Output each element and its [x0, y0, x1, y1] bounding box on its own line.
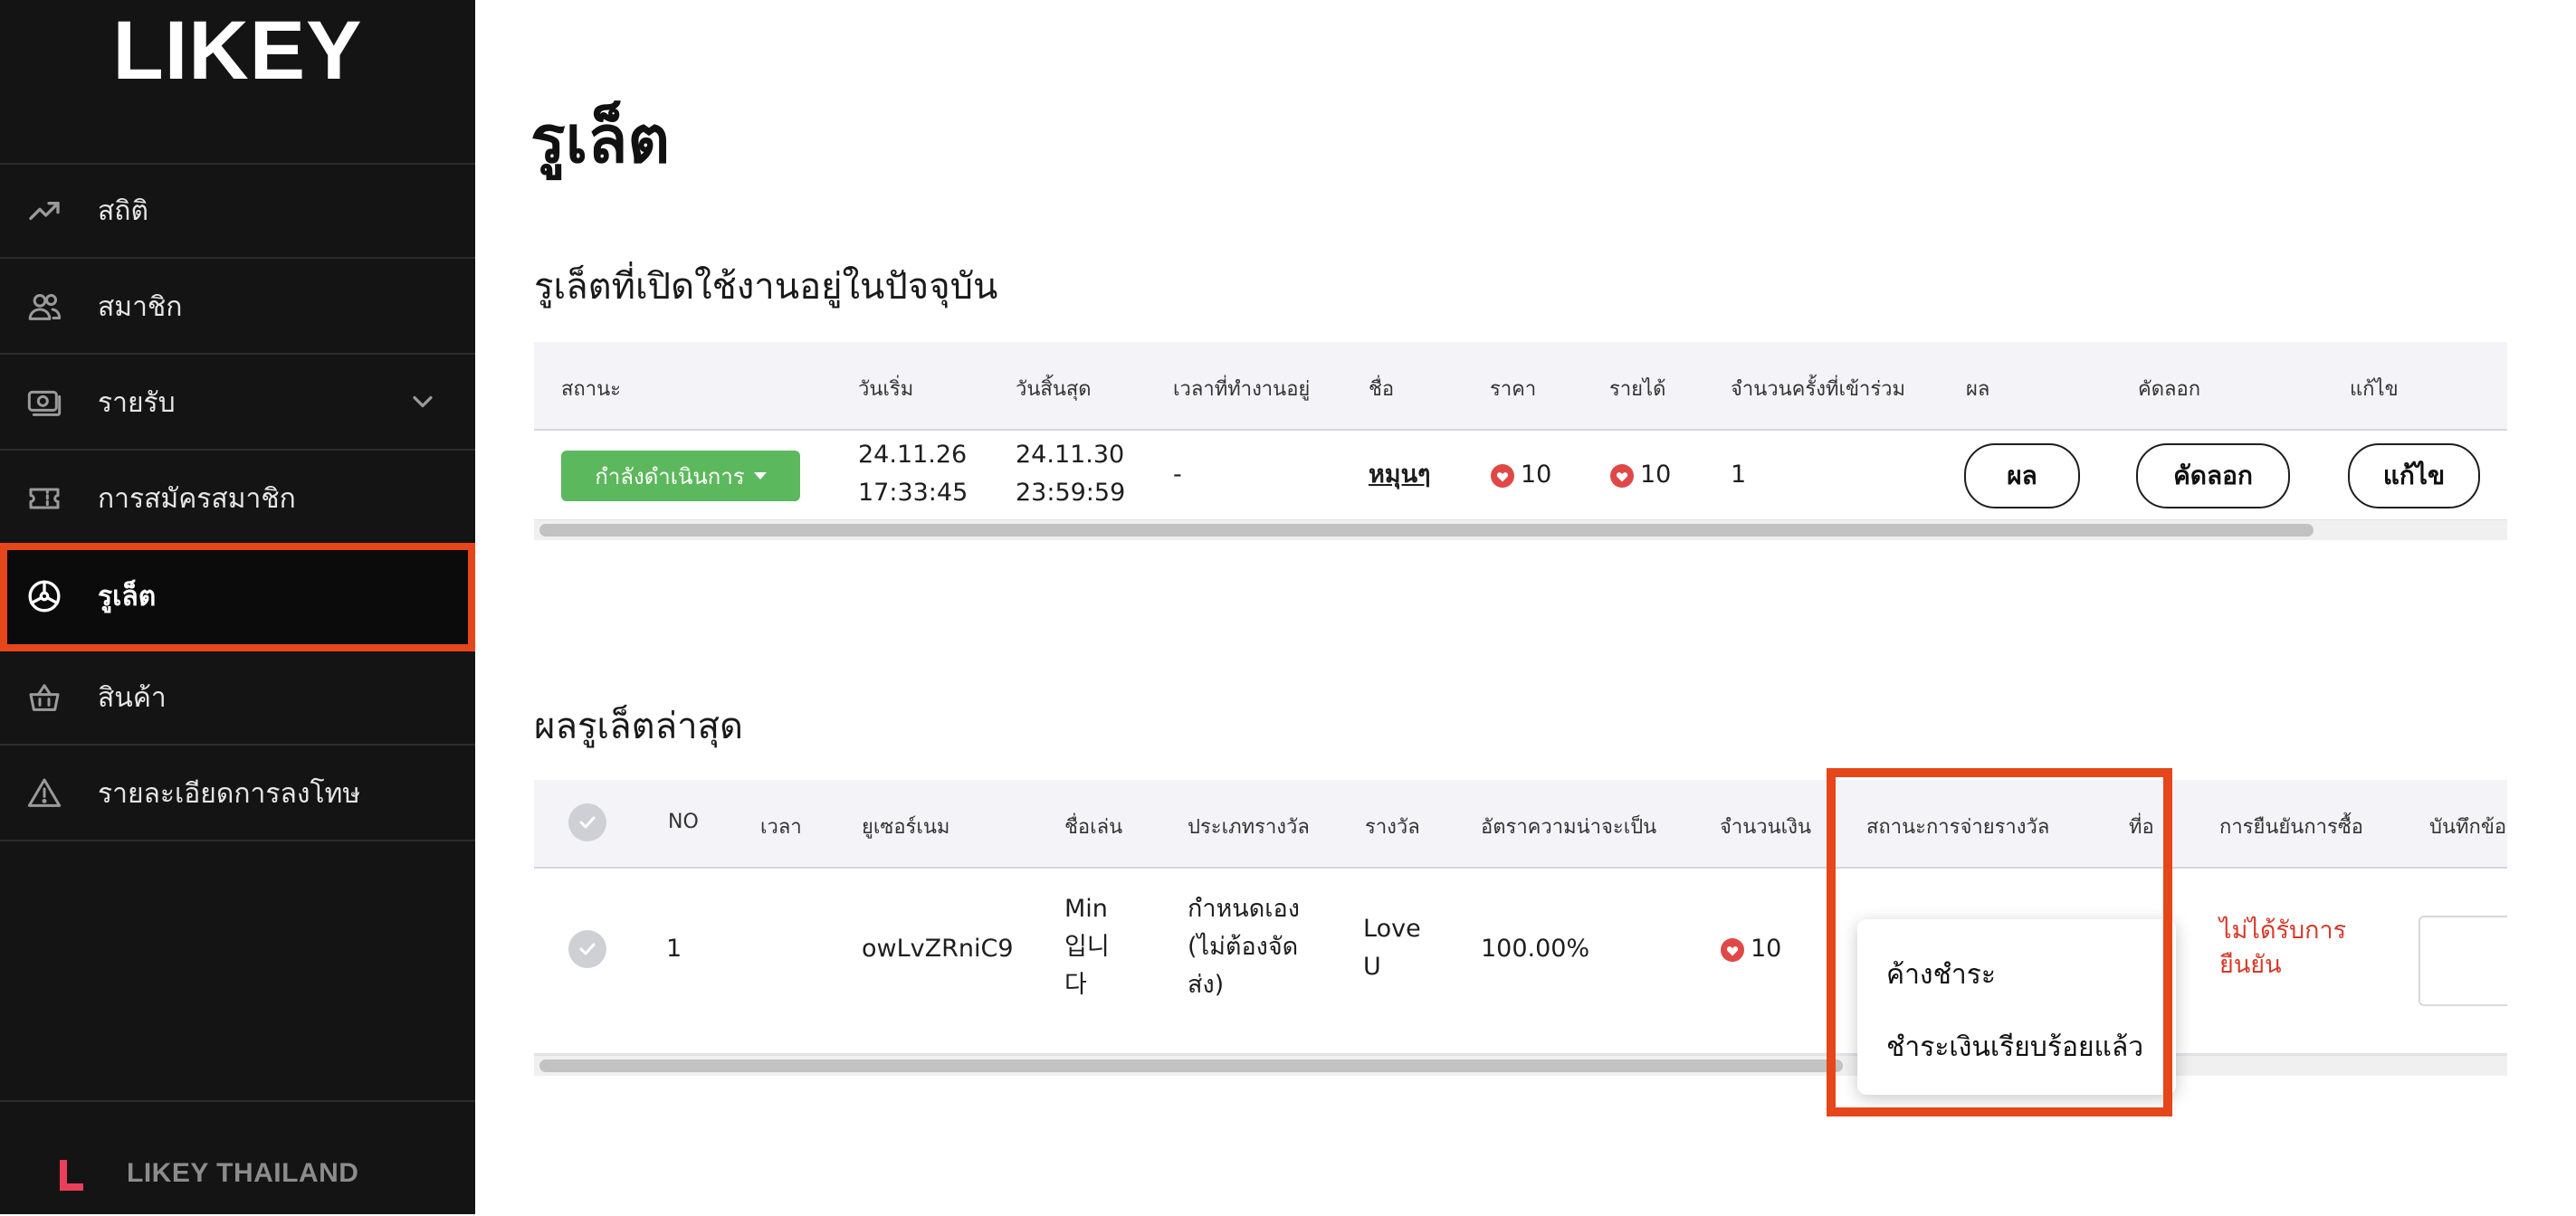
col-purchase-confirmation: การยืนยันการซื้อ	[2219, 816, 2363, 839]
active-roulette-table: สถานะ วันเริ่ม วันสิ้นสุด เวลาที่ทำงานอย…	[534, 342, 2507, 543]
row-no: 1	[666, 935, 682, 963]
row-prize: Love U	[1363, 915, 1421, 981]
highlight-box	[1827, 768, 2172, 1116]
sidebar-item-label: สถิติ	[98, 195, 148, 227]
basket-icon	[24, 677, 65, 718]
copy-button[interactable]: คัดลอก	[2136, 443, 2290, 508]
col-result: ผล	[1966, 378, 1990, 401]
col-participations: จำนวนครั้งที่เข้าร่วม	[1731, 378, 1906, 401]
footer-brand: LIKEY THAILAND	[127, 1158, 359, 1188]
heart-coin-icon	[1721, 937, 1744, 962]
col-edit: แก้ไข	[2350, 378, 2399, 401]
sidebar: LIKEY สถิติ สมาชิก รายรับ การสมัครสมาชิก…	[0, 0, 475, 1214]
note-input[interactable]	[2419, 916, 2507, 1006]
sidebar-footer: LIKEY THAILAND	[0, 1100, 475, 1216]
table-header: สถานะ วันเริ่ม วันสิ้นสุด เวลาที่ทำงานอย…	[534, 342, 2507, 431]
row-checkbox[interactable]	[568, 930, 606, 968]
table-row: กำลังดำเนินการ 24.11.26 17:33:45 24.11.3…	[534, 429, 2507, 519]
sidebar-item-revenue[interactable]: รายรับ	[0, 356, 475, 451]
page-title: รูเล็ต	[530, 101, 671, 177]
sidebar-item-subscription[interactable]: การสมัครสมาชิก	[0, 452, 475, 546]
col-probability: อัตราความน่าจะเป็น	[1481, 816, 1657, 839]
horizontal-scrollbar[interactable]	[534, 1055, 2507, 1076]
scrollbar-thumb[interactable]	[539, 1059, 1843, 1072]
trend-up-icon	[24, 190, 65, 232]
sidebar-item-statistics[interactable]: สถิติ	[0, 165, 475, 259]
revenue-cell: 10	[1609, 456, 1671, 494]
edit-button[interactable]: แก้ไข	[2348, 443, 2480, 508]
sidebar-item-members[interactable]: สมาชิก	[0, 261, 475, 355]
heart-coin-icon	[1610, 463, 1634, 488]
warning-icon	[24, 773, 65, 814]
latest-results-title: ผลรูเล็ตล่าสุด	[534, 706, 743, 747]
col-time: เวลา	[760, 816, 802, 839]
col-status: สถานะ	[561, 378, 621, 401]
select-all-checkbox[interactable]	[568, 803, 606, 841]
result-button[interactable]: ผล	[1964, 443, 2080, 508]
col-nickname: ชื่อเล่น	[1064, 816, 1123, 839]
price-value: 10	[1521, 461, 1552, 489]
scrollbar-thumb[interactable]	[539, 524, 2314, 537]
col-price: ราคา	[1490, 378, 1537, 401]
price-cell: 10	[1490, 456, 1551, 494]
status-dropdown-button[interactable]: กำลังดำเนินการ	[561, 451, 800, 501]
col-revenue: รายได้	[1609, 378, 1666, 401]
sidebar-item-products[interactable]: สินค้า	[0, 651, 475, 746]
start-date: 24.11.26	[858, 441, 968, 469]
money-icon	[24, 382, 65, 423]
col-username: ยูเซอร์เนม	[862, 816, 950, 839]
check-icon	[579, 816, 596, 829]
col-start-date: วันเริ่ม	[858, 378, 914, 401]
col-prize: รางวัล	[1365, 816, 1420, 839]
sidebar-item-label: รายรับ	[98, 386, 176, 419]
revenue-value: 10	[1640, 461, 1672, 489]
participations-value: 1	[1731, 461, 1747, 489]
sidebar-item-label: รายละเอียดการลงโทษ	[98, 777, 361, 810]
sidebar-item-roulette[interactable]: รูเล็ต	[0, 543, 475, 651]
table-row: 1 owLvZRniC9 Min 입니 다 กำหนดเอง (ไม่ต้องจ…	[534, 867, 2507, 1055]
roulette-icon	[24, 575, 65, 617]
horizontal-scrollbar[interactable]	[534, 519, 2507, 540]
start-time: 17:33:45	[858, 479, 968, 507]
col-copy: คัดลอก	[2138, 378, 2201, 401]
running-time: -	[1173, 461, 1182, 489]
col-no: NO	[668, 811, 699, 833]
col-prize-type: ประเภทรางวัล	[1188, 816, 1310, 839]
table-header: NO เวลา ยูเซอร์เนม ชื่อเล่น ประเภทรางวัล…	[534, 780, 2507, 869]
ticket-icon	[24, 478, 65, 519]
sidebar-item-label: สินค้า	[98, 681, 167, 714]
heart-coin-icon	[1491, 463, 1514, 488]
col-running-time: เวลาที่ทำงานอยู่	[1173, 378, 1311, 401]
sidebar-item-label: สมาชิก	[98, 290, 183, 323]
logo-text: LIKEY	[112, 5, 363, 97]
col-note: บันทึกข้อความ	[2429, 816, 2507, 839]
chevron-down-icon[interactable]	[406, 385, 439, 418]
col-name: ชื่อ	[1369, 378, 1395, 401]
check-icon	[579, 943, 596, 955]
caret-down-icon	[753, 472, 767, 480]
status-label: กำลังดำเนินการ	[595, 463, 745, 489]
row-username: owLvZRniC9	[862, 935, 1014, 963]
row-amount-cell: 10	[1720, 930, 1781, 968]
row-nickname: Min 입니 다	[1064, 895, 1110, 999]
row-amount: 10	[1751, 935, 1782, 963]
row-probability: 100.00%	[1481, 935, 1590, 963]
end-time: 23:59:59	[1016, 479, 1126, 507]
sidebar-item-label: รูเล็ต	[98, 580, 157, 613]
latest-results-table: NO เวลา ยูเซอร์เนม ชื่อเล่น ประเภทรางวัล…	[534, 780, 2507, 1078]
col-amount: จำนวนเงิน	[1720, 816, 1811, 839]
sidebar-item-label: การสมัครสมาชิก	[98, 482, 296, 515]
col-end-date: วันสิ้นสุด	[1016, 378, 1092, 401]
likey-logo-mark-icon	[60, 1160, 83, 1191]
row-purchase-confirmation: ไม่ได้รับการ ยืนยัน	[2219, 917, 2347, 979]
row-prize-type: กำหนดเอง (ไม่ต้องจัด ส่ง)	[1188, 895, 1300, 999]
roulette-name-link[interactable]: หมุนๆ	[1369, 456, 1431, 494]
end-date: 24.11.30	[1016, 441, 1125, 469]
logo[interactable]: LIKEY	[0, 0, 475, 165]
active-roulette-title: รูเล็ตที่เปิดใช้งานอยู่ในปัจจุบัน	[534, 266, 998, 308]
users-icon	[24, 286, 65, 328]
sidebar-item-penalty-details[interactable]: รายละเอียดการลงโทษ	[0, 747, 475, 841]
